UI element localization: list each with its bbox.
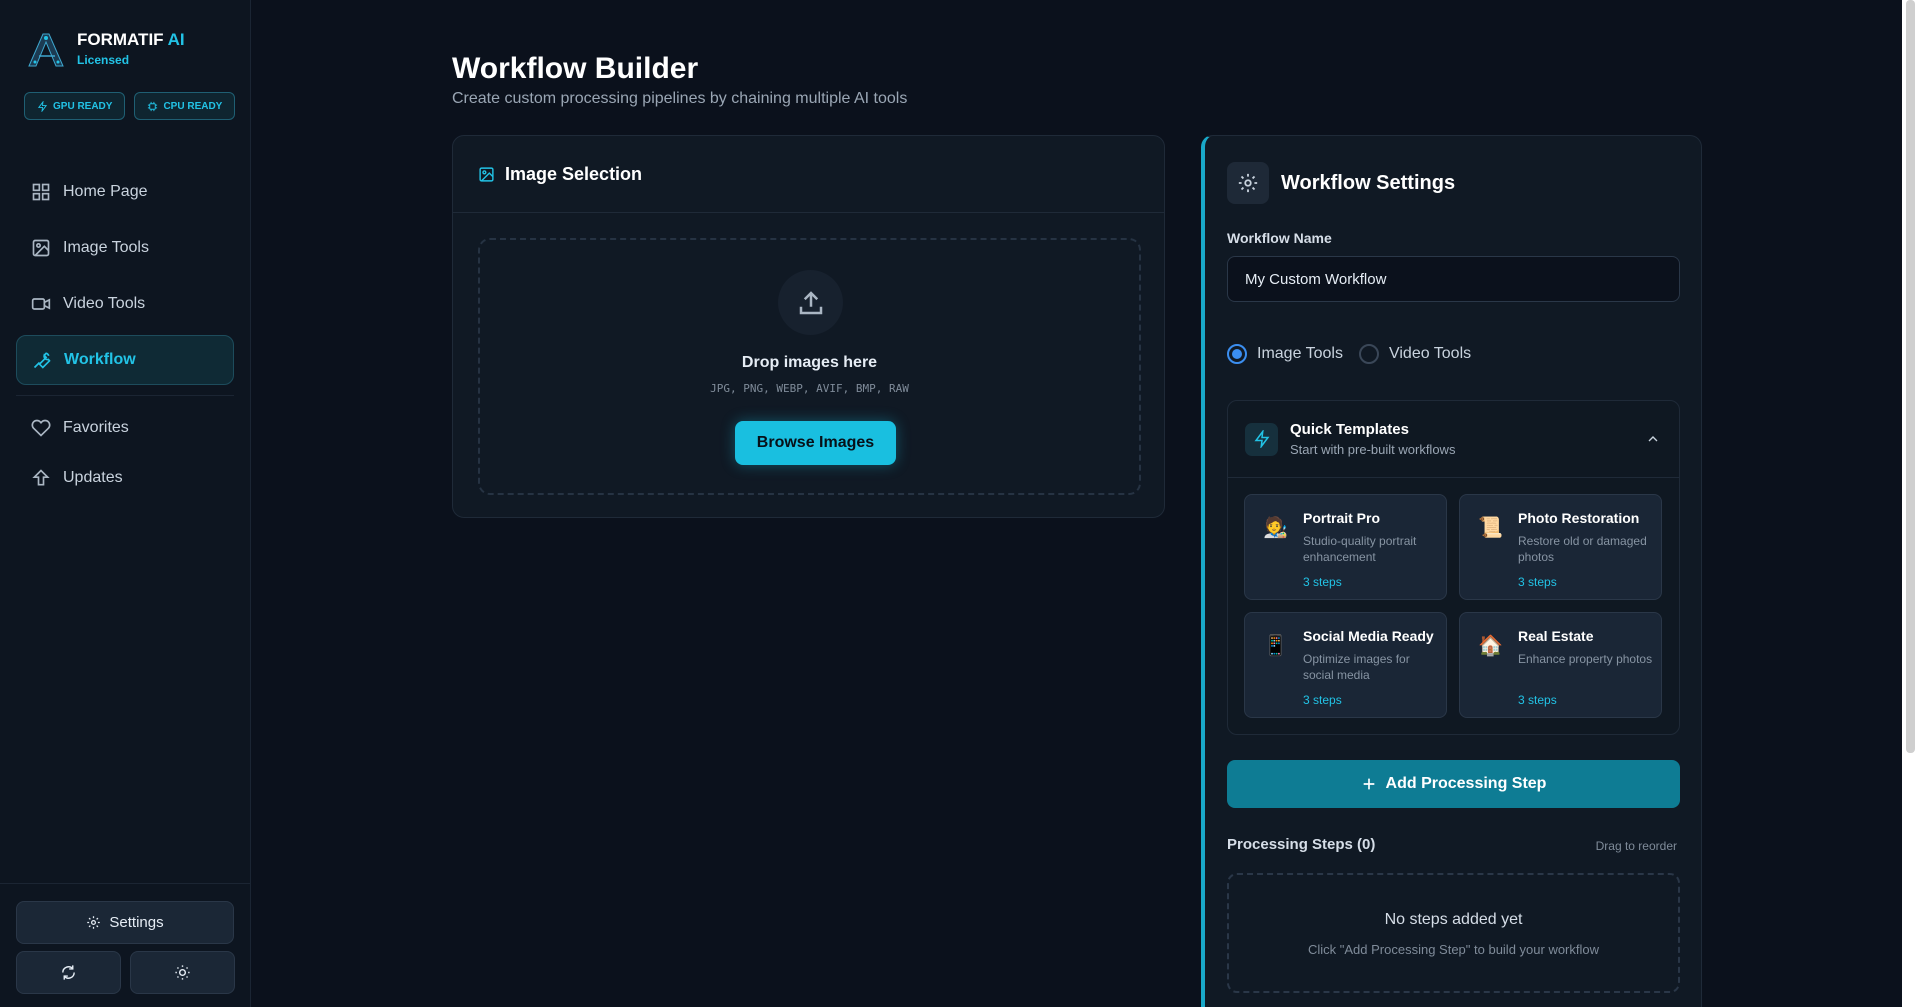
template-portrait-pro[interactable]: 🧑‍🎨 Portrait Pro Studio-quality portrait… [1244,494,1447,600]
nav-label: Home Page [63,183,148,200]
image-selection-header: Image Selection [453,136,1164,213]
nav-item-image-tools[interactable]: Image Tools [16,223,234,273]
processing-steps-empty: No steps added yet Click "Add Processing… [1227,873,1680,993]
brand-name: FORMATIF AI [77,30,185,49]
upload-circle [778,270,843,335]
grid-icon [32,183,50,201]
template-steps: 3 steps [1518,693,1557,707]
refresh-icon [62,965,75,980]
nav-item-home[interactable]: Home Page [16,167,234,217]
template-steps: 3 steps [1303,575,1342,589]
template-photo-restoration[interactable]: 📜 Photo Restoration Restore old or damag… [1459,494,1662,600]
artist-icon: 🧑‍🎨 [1263,517,1288,539]
bolt-box [1245,422,1278,456]
workflow-settings-card: Workflow Settings Workflow Name Image To… [1201,135,1702,1007]
quick-templates-subtitle: Start with pre-built workflows [1290,442,1456,457]
page-subtitle: Create custom processing pipelines by ch… [452,90,908,107]
video-icon [31,298,51,310]
sidebar: FORMATIF AI Licensed GPU READY CPU READY… [0,0,251,1007]
gear-icon [87,916,101,929]
nav-label: Image Tools [63,239,149,256]
template-real-estate[interactable]: 🏠 Real Estate Enhance property photos 3 … [1459,612,1662,718]
processing-steps-title: Processing Steps (0) [1227,836,1376,853]
template-name: Real Estate [1518,628,1594,644]
image-icon [32,239,50,257]
plus-icon [1363,778,1374,790]
nav-divider [16,395,234,396]
page-title: Workflow Builder [452,52,699,85]
nav-label: Video Tools [63,295,146,312]
license-status: Licensed [77,53,130,67]
image-selection-title: Image Selection [505,163,643,184]
nav-label: Favorites [63,419,129,436]
radio-image-tools[interactable]: Image Tools [1227,344,1343,364]
nav-label: Updates [63,469,123,486]
nav-item-video-tools[interactable]: Video Tools [16,279,234,329]
template-description: Studio-quality portrait enhancement [1303,534,1417,564]
template-name: Social Media Ready [1303,628,1434,644]
quick-templates-title: Quick Templates [1290,421,1409,438]
image-dropzone[interactable]: Drop images here JPG, PNG, WEBP, AVIF, B… [478,238,1141,495]
add-processing-step-button[interactable]: Add Processing Step [1227,760,1680,808]
page-scrollbar[interactable] [1902,0,1919,1007]
empty-steps-hint: Click "Add Processing Step" to build you… [1307,942,1600,957]
template-name: Photo Restoration [1518,510,1640,526]
image-selection-card: Image Selection Drop images here JPG, PN… [452,135,1165,518]
gear-icon [1238,173,1258,193]
workflow-name-label: Workflow Name [1227,230,1332,246]
workflow-settings-title: Workflow Settings [1281,171,1456,194]
upload-icon [799,290,822,314]
workflow-name-input[interactable] [1227,256,1680,302]
theme-toggle-button[interactable] [130,951,235,994]
template-social-media-ready[interactable]: 📱 Social Media Ready Optimize images for… [1244,612,1447,718]
main-nav: Home Page Image Tools Video Tools Workfl… [16,167,234,506]
radio-indicator [1358,344,1379,364]
drop-text: Drop images here [741,354,878,371]
template-steps: 3 steps [1518,575,1557,589]
gpu-ready-badge: GPU READY [24,92,126,120]
formatif-logo-icon [28,33,64,67]
gear-box [1227,162,1269,204]
template-name: Portrait Pro [1303,510,1381,526]
radio-video-tools[interactable]: Video Tools [1358,344,1471,364]
quick-templates-header[interactable]: Quick Templates Start with pre-built wor… [1228,401,1679,478]
template-description: Enhance property photos [1518,652,1653,666]
supported-formats: JPG, PNG, WEBP, AVIF, BMP, RAW [710,382,909,395]
brand: FORMATIF AI Licensed [25,28,185,70]
sidebar-footer: Settings [0,883,251,1007]
empty-steps-title: No steps added yet [1384,911,1523,928]
heart-icon [31,419,51,437]
phone-icon: 📱 [1263,635,1288,657]
bolt-icon [37,100,48,112]
nav-label: Workflow [64,351,136,368]
cpu-ready-badge: CPU READY [134,92,236,120]
sun-icon [175,965,190,980]
hardware-badges: GPU READY CPU READY [24,92,236,120]
refresh-button[interactable] [16,951,121,994]
nav-item-favorites[interactable]: Favorites [16,406,234,450]
settings-button[interactable]: Settings [16,901,234,944]
scroll-icon: 📜 [1478,517,1503,539]
cpu-icon [148,101,158,111]
nav-item-workflow[interactable]: Workflow [16,335,234,385]
workflow-settings-header: Workflow Settings [1227,162,1455,204]
template-description: Restore old or damaged photos [1518,534,1647,564]
template-steps: 3 steps [1303,693,1342,707]
quick-templates-panel: Quick Templates Start with pre-built wor… [1227,400,1680,735]
arrow-up-icon [32,469,50,486]
template-description: Optimize images for social media [1303,652,1410,682]
chevron-up-icon[interactable] [1645,431,1661,447]
scrollbar-thumb[interactable] [1906,0,1915,753]
house-icon: 🏠 [1478,635,1503,657]
image-icon [479,166,494,182]
browse-images-button[interactable]: Browse Images [735,421,896,465]
drag-hint: Drag to reorder [1595,839,1677,853]
radio-indicator [1227,344,1247,364]
wrench-icon [33,352,51,369]
template-grid: 🧑‍🎨 Portrait Pro Studio-quality portrait… [1244,494,1662,718]
bolt-icon [1254,430,1269,448]
tool-type-radios: Image Tools Video Tools [1227,344,1471,364]
nav-item-updates[interactable]: Updates [16,456,234,500]
